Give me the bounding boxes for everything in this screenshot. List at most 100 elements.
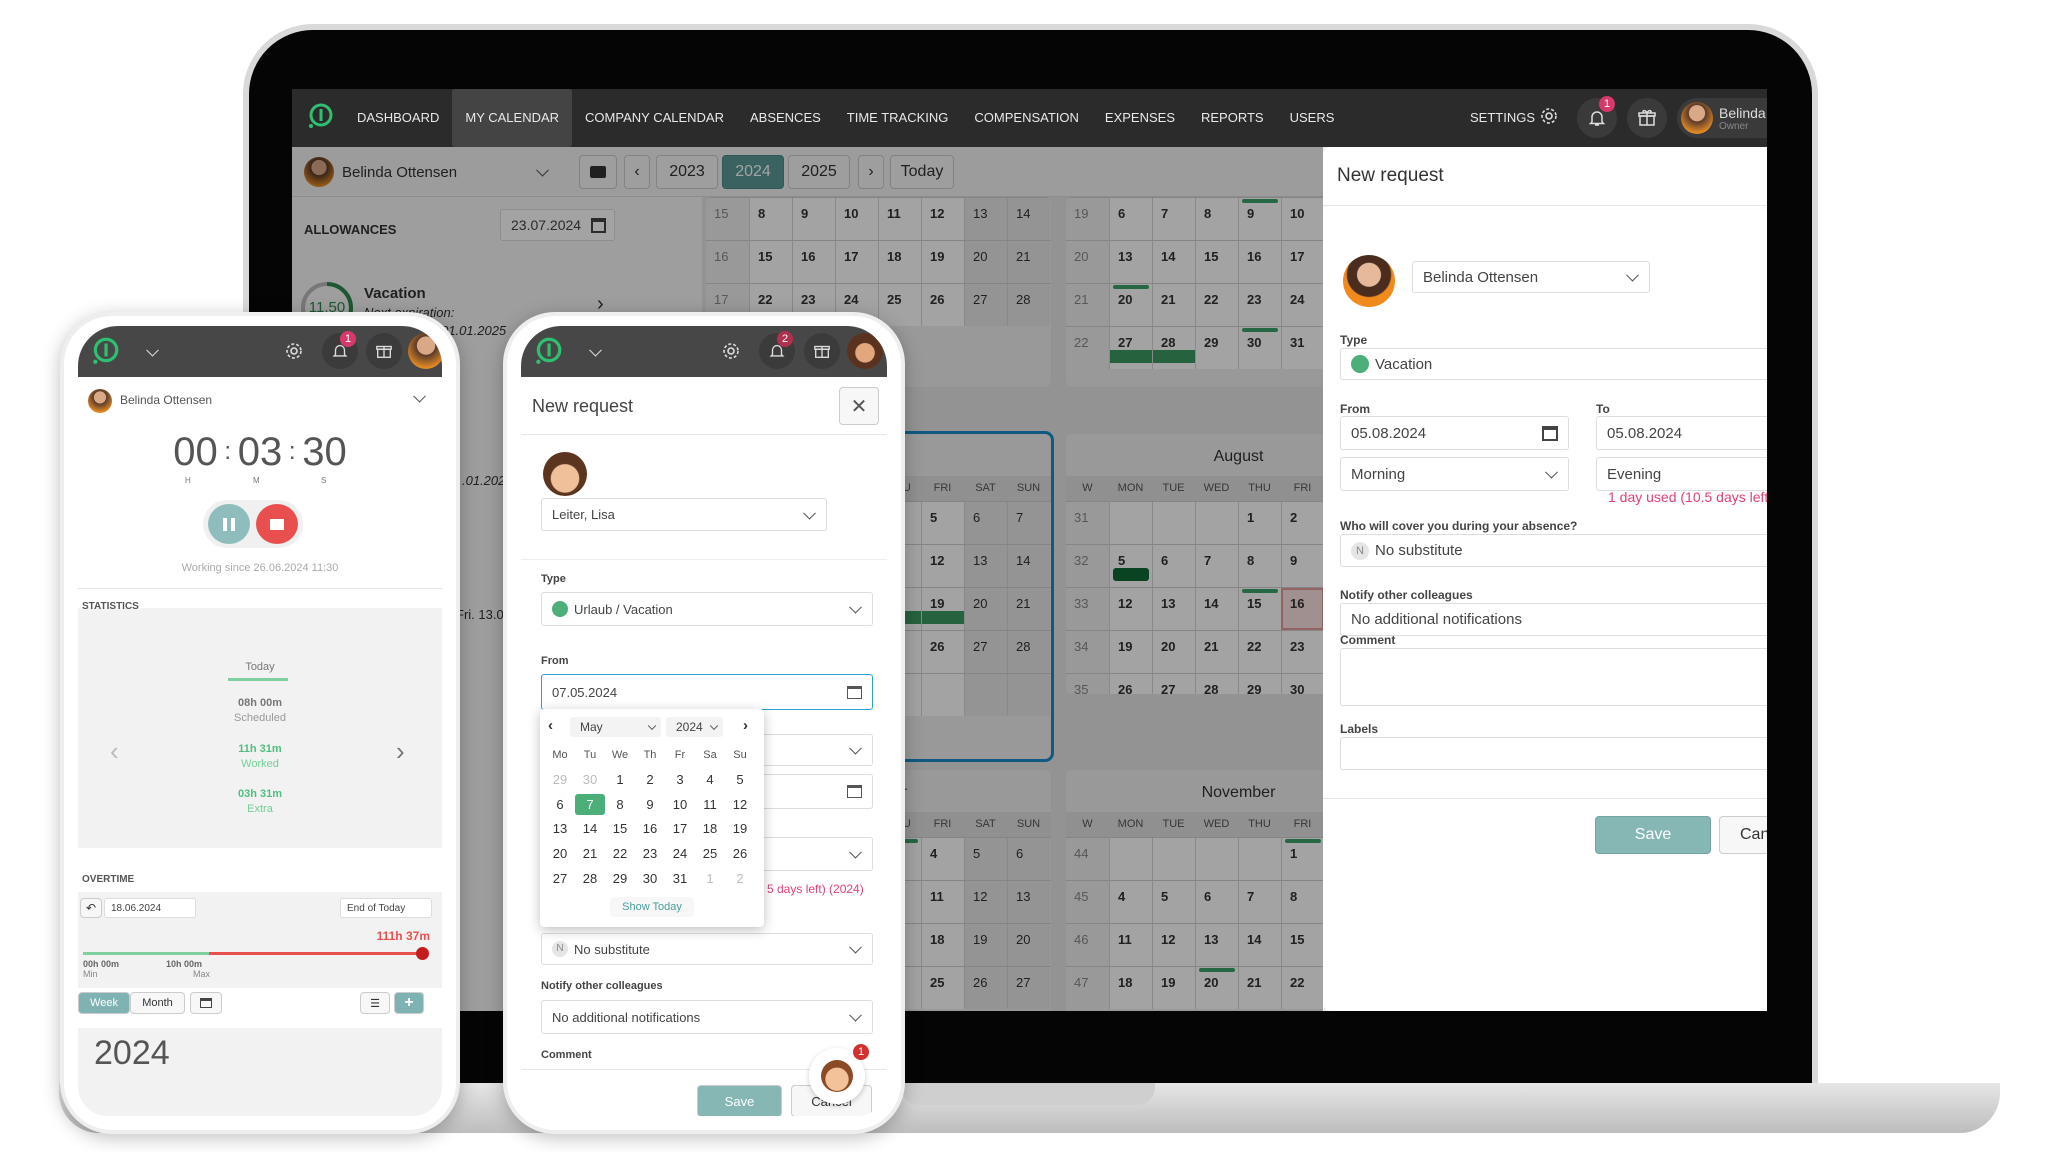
chevron-down-icon[interactable] — [146, 343, 159, 357]
picker-day[interactable]: 31 — [665, 868, 695, 889]
picker-day[interactable]: 23 — [635, 843, 665, 864]
to-part-select[interactable]: Evening — [1596, 457, 1767, 491]
picker-day[interactable]: 4 — [695, 769, 725, 790]
avatar[interactable] — [847, 333, 883, 369]
picker-day[interactable]: 16 — [635, 818, 665, 839]
chevron-down-icon[interactable] — [589, 343, 602, 357]
close-button[interactable]: ✕ — [839, 387, 879, 425]
from-part-select[interactable]: Morning — [1340, 457, 1569, 491]
next-month-button[interactable]: › — [743, 717, 748, 734]
nav-item[interactable]: USERS — [1277, 89, 1348, 147]
picker-day[interactable]: 29 — [545, 769, 575, 790]
gift-button[interactable] — [366, 333, 402, 369]
prev-period-button[interactable]: ‹ — [110, 736, 119, 767]
cancel-button[interactable]: Cancel — [1719, 816, 1767, 854]
settings-link[interactable]: SETTINGS — [1457, 89, 1539, 147]
picker-day[interactable]: 7 — [575, 793, 605, 815]
type-select[interactable]: Urlaub / Vacation — [541, 592, 873, 626]
from-date-input[interactable]: 07.05.2024 — [541, 674, 873, 710]
picker-day[interactable]: 27 — [545, 868, 575, 889]
overtime-date-input[interactable]: 18.06.2024 — [104, 898, 196, 918]
picker-day[interactable]: 18 — [695, 818, 725, 839]
nav-item[interactable]: COMPENSATION — [961, 89, 1092, 147]
picker-day[interactable]: 29 — [605, 868, 635, 889]
next-period-button[interactable]: › — [396, 736, 405, 767]
notifications-button[interactable]: 2 — [759, 331, 795, 369]
substitute-select[interactable]: N No substitute — [541, 933, 873, 965]
nav-item[interactable]: COMPANY CALENDAR — [572, 89, 737, 147]
nav-item[interactable]: REPORTS — [1188, 89, 1277, 147]
employee-select[interactable]: Belinda Ottensen — [1412, 261, 1650, 293]
notifications-button[interactable]: 1 — [322, 331, 358, 369]
picker-day[interactable]: 25 — [695, 843, 725, 864]
prev-month-button[interactable]: ‹ — [548, 717, 553, 734]
to-date-input[interactable]: 05.08.2024 — [1596, 416, 1767, 450]
picker-day[interactable]: 11 — [695, 794, 725, 815]
overtime-range-select[interactable]: End of Today — [340, 898, 432, 918]
period-tab[interactable]: Today — [78, 661, 442, 673]
month-toggle[interactable]: Month — [130, 992, 185, 1014]
picker-day[interactable]: 21 — [575, 843, 605, 864]
add-button[interactable]: + — [394, 992, 424, 1014]
substitute-select[interactable]: N No substitute — [1340, 534, 1767, 567]
filter-button[interactable]: ☰ — [360, 992, 390, 1014]
pause-button[interactable] — [208, 504, 250, 544]
nav-item[interactable]: DASHBOARD — [344, 89, 452, 147]
picker-day[interactable]: 6 — [545, 794, 575, 815]
picker-day[interactable]: 24 — [665, 843, 695, 864]
picker-day[interactable]: 3 — [665, 769, 695, 790]
picker-day[interactable]: 2 — [635, 769, 665, 790]
picker-day[interactable]: 12 — [725, 794, 755, 815]
logo-icon[interactable] — [90, 336, 120, 366]
stop-button[interactable] — [256, 504, 298, 544]
picker-day[interactable]: 14 — [575, 818, 605, 839]
overtime-handle[interactable] — [416, 947, 429, 960]
picker-day[interactable]: 28 — [575, 868, 605, 889]
labels-input[interactable] — [1340, 737, 1767, 770]
picker-day[interactable]: 30 — [635, 868, 665, 889]
picker-day[interactable]: 1 — [695, 868, 725, 889]
logo-icon[interactable] — [533, 336, 563, 366]
gift-button[interactable] — [804, 333, 840, 369]
gear-icon[interactable] — [1539, 106, 1559, 131]
picker-day[interactable]: 30 — [575, 769, 605, 790]
chat-assistant-button[interactable]: 1 — [809, 1044, 869, 1104]
user-menu[interactable]: Belinda Owner — [1677, 98, 1767, 138]
type-select[interactable]: Vacation — [1340, 348, 1767, 380]
show-today-button[interactable]: Show Today — [610, 897, 694, 917]
nav-item[interactable]: EXPENSES — [1092, 89, 1188, 147]
picker-day[interactable]: 9 — [635, 794, 665, 815]
picker-day[interactable]: 1 — [605, 769, 635, 790]
nav-item[interactable]: ABSENCES — [737, 89, 834, 147]
user-select[interactable]: Belinda Ottensen — [120, 393, 212, 407]
picker-day[interactable]: 8 — [605, 794, 635, 815]
notify-select[interactable]: No additional notifications — [1340, 603, 1767, 636]
notify-select[interactable]: No additional notifications — [541, 1000, 873, 1034]
picker-day[interactable]: 20 — [545, 843, 575, 864]
comment-textarea[interactable] — [1340, 648, 1767, 706]
save-button[interactable]: Save — [1595, 816, 1711, 854]
avatar[interactable] — [408, 333, 442, 369]
gift-button[interactable] — [1627, 98, 1667, 138]
picker-day[interactable]: 2 — [725, 868, 755, 889]
picker-day[interactable]: 19 — [725, 818, 755, 839]
notifications-button[interactable]: 1 — [1577, 96, 1617, 138]
picker-day[interactable]: 15 — [605, 818, 635, 839]
picker-day[interactable]: 17 — [665, 818, 695, 839]
gear-icon[interactable] — [721, 341, 741, 366]
picker-day[interactable]: 5 — [725, 769, 755, 790]
picker-day[interactable]: 26 — [725, 843, 755, 864]
logo-icon[interactable] — [306, 102, 334, 135]
save-button[interactable]: Save — [697, 1085, 782, 1116]
month-select[interactable]: May — [570, 717, 661, 737]
gear-icon[interactable] — [284, 341, 304, 366]
week-toggle[interactable]: Week — [78, 992, 130, 1014]
picker-day[interactable]: 22 — [605, 843, 635, 864]
picker-day[interactable]: 13 — [545, 818, 575, 839]
from-date-input[interactable]: 05.08.2024 — [1340, 416, 1569, 450]
nav-item[interactable]: MY CALENDAR — [452, 89, 573, 147]
reset-button[interactable]: ↶ — [80, 898, 102, 918]
year-select[interactable]: 2024 — [666, 717, 723, 737]
calendar-button[interactable] — [190, 992, 222, 1014]
picker-day[interactable]: 10 — [665, 794, 695, 815]
